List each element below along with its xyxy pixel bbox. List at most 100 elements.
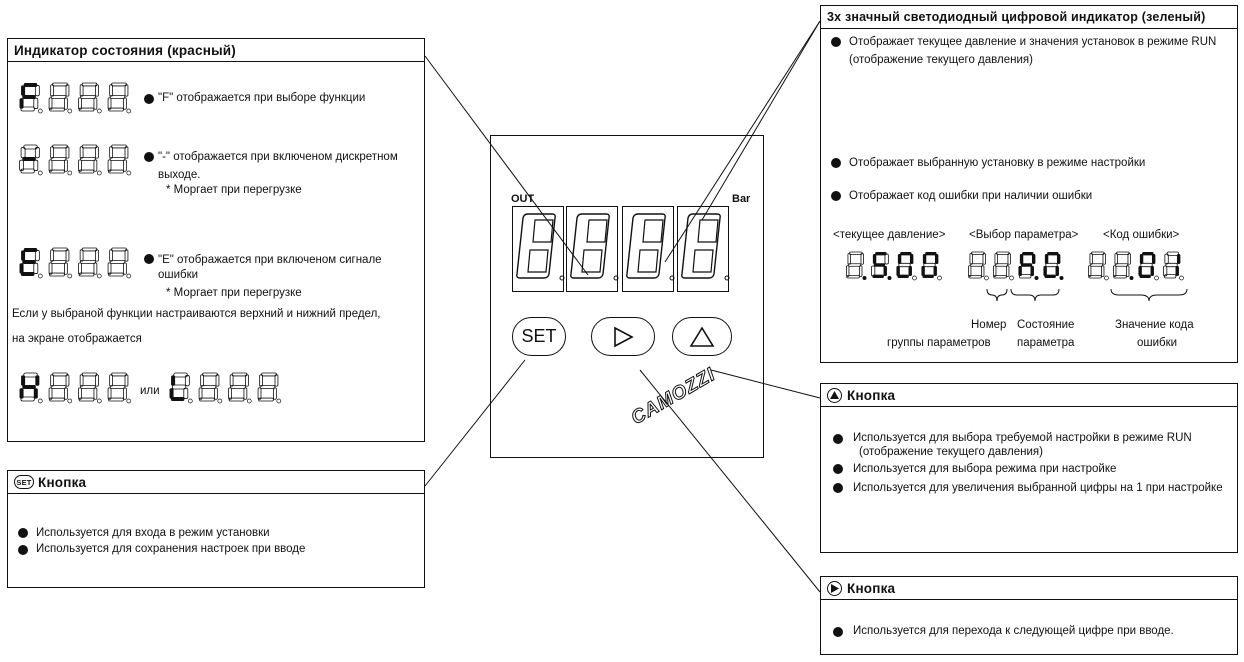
segment (21, 375, 26, 386)
up-button-title: Кнопка (821, 384, 1237, 407)
segment (896, 266, 900, 276)
segment (981, 265, 985, 277)
set-button[interactable]: SET (512, 317, 566, 356)
digit-outline (681, 213, 721, 279)
segment (93, 262, 98, 275)
segment (1151, 254, 1156, 264)
segment (1114, 253, 1118, 265)
decimal-point (887, 276, 892, 280)
digit-inner (692, 249, 714, 273)
decimal-point (126, 170, 132, 176)
brace-code-2: ошибки (1137, 337, 1178, 349)
segment (52, 144, 68, 149)
segment (1055, 266, 1059, 276)
segment (33, 159, 39, 171)
segment (1126, 265, 1130, 277)
segment (52, 372, 68, 377)
segment (107, 159, 112, 172)
segment (109, 374, 113, 387)
example-label-param: <Выбор параметра> (969, 229, 1079, 241)
decimal-point (912, 275, 917, 281)
segment (48, 387, 53, 400)
up-arrow-glyph (830, 391, 839, 399)
up-item-3: Используется для увеличения выбранной ци… (853, 482, 1223, 494)
device-digit-glyph (681, 213, 730, 281)
segment (860, 253, 864, 265)
status-indicator-box: Индикатор состояния (красный) "F" отобра… (7, 38, 425, 442)
segment (1139, 254, 1144, 264)
segment-display-h (19, 372, 132, 404)
segment (19, 388, 24, 399)
device-decimal-point (724, 275, 730, 281)
segment (1164, 274, 1177, 279)
up-button-box: Кнопка Используется для выбора требуемой… (820, 383, 1238, 553)
segment (273, 387, 277, 400)
status-e-note-2: ошибки (158, 269, 199, 281)
segment (871, 265, 876, 277)
brace-code-1: Значение кода (1115, 319, 1194, 331)
decimal-point (1059, 276, 1064, 280)
segment (95, 374, 99, 387)
decimal-point (37, 273, 43, 279)
segment (933, 266, 937, 276)
segment (884, 253, 889, 265)
segment (274, 374, 279, 387)
device-decimal-point (559, 275, 565, 281)
segment (1056, 254, 1061, 264)
segment (65, 146, 70, 159)
device-digit-glyph (626, 213, 675, 281)
decimal-point (862, 276, 867, 280)
segment (1089, 253, 1093, 265)
decimal-point (96, 170, 102, 176)
status-e-note-1: "E" отображается при включеном сигнале (158, 254, 382, 266)
segment (1006, 265, 1010, 277)
segment (52, 82, 68, 87)
set-button-title: SET Кнопка (8, 471, 424, 494)
segment (22, 259, 36, 265)
segment (64, 387, 68, 400)
digit-inner (581, 249, 603, 273)
segment (1102, 253, 1106, 265)
segment (969, 253, 973, 265)
status-e-note-3: * Моргает при перегрузке (166, 287, 302, 299)
segment (921, 266, 925, 276)
segment (123, 262, 127, 275)
right-button[interactable] (591, 317, 655, 356)
decimal-point (937, 275, 942, 281)
set-item-2: Используется для сохранения настроек при… (36, 543, 306, 555)
segment (1018, 266, 1022, 276)
up-arrow-icon (689, 325, 715, 347)
segment (109, 146, 113, 159)
segment (50, 146, 54, 159)
segment (968, 265, 972, 277)
segment (33, 97, 39, 109)
segment (21, 250, 26, 261)
segment (65, 84, 70, 97)
segment (1142, 252, 1154, 256)
status-indicator-title-text: Индикатор состояния (красный) (14, 42, 237, 58)
segment (847, 253, 851, 265)
segment-display-f (19, 82, 132, 114)
set-item-1: Используется для входа в режим установки (36, 527, 270, 539)
segment (79, 84, 84, 97)
decimal-point (187, 398, 193, 404)
segment (93, 387, 98, 400)
bullet (831, 191, 841, 201)
segment (64, 262, 68, 275)
segment (65, 249, 70, 262)
segment (1043, 266, 1047, 276)
right-button-title: Кнопка (821, 577, 1237, 600)
decimal-point (126, 108, 132, 114)
segment (23, 372, 38, 378)
digit-inner (532, 219, 554, 243)
bullet (831, 158, 841, 168)
segment (231, 372, 248, 377)
up-button[interactable] (672, 317, 732, 356)
segment (64, 159, 68, 172)
segment (107, 262, 112, 275)
decimal-point (984, 275, 989, 281)
brace-state-1: Состояние (1017, 319, 1075, 331)
digit-inner (637, 249, 659, 273)
segment (1113, 265, 1117, 277)
segment (259, 374, 263, 387)
